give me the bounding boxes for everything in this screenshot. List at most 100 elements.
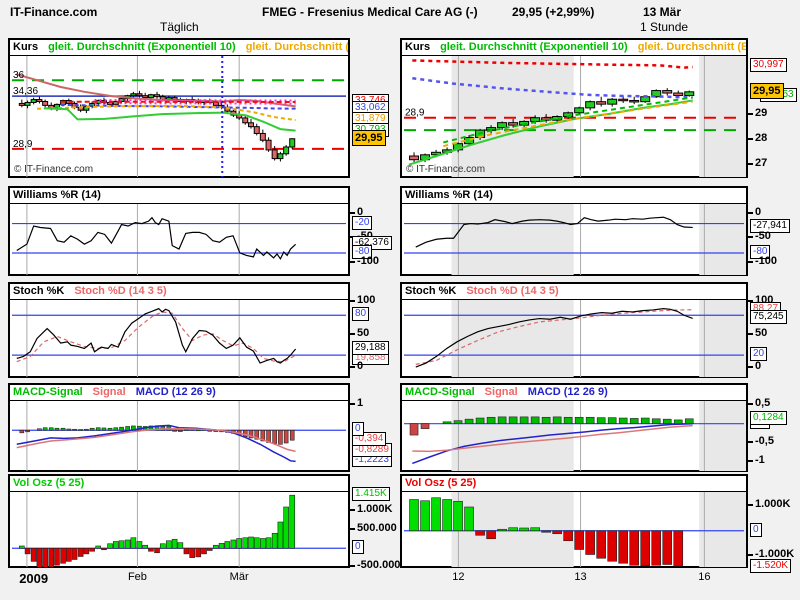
- axis-tick-label: -100: [357, 255, 379, 267]
- chart-canvas-lmacd[interactable]: [10, 401, 348, 471]
- axis-tick: [350, 300, 355, 302]
- timeframe-daily-label[interactable]: Täglich: [160, 20, 199, 34]
- value-box: -1.520K: [750, 559, 791, 573]
- value-box: -1,2223: [352, 453, 392, 467]
- macd-panel-hourly[interactable]: MACD-SignalSignalMACD (12 26 9): [400, 383, 748, 472]
- legend-item: Williams %R (14): [13, 189, 101, 201]
- stochastic-panel-daily[interactable]: Stoch %KStoch %D (14 3 5): [8, 282, 350, 378]
- price-chart-hourly[interactable]: Kursgleit. Durchschnitt (Exponentiell 10…: [400, 38, 748, 178]
- legend-price-hourly: Kursgleit. Durchschnitt (Exponentiell 10…: [402, 40, 746, 56]
- williams-panel-hourly[interactable]: Williams %R (14): [400, 186, 748, 276]
- value-box: 80: [352, 307, 369, 321]
- legend-item: MACD (12 26 9): [136, 386, 216, 398]
- level-label: 28,9: [405, 108, 425, 119]
- x-axis-label: 2009: [19, 571, 48, 586]
- legend-stochastic-hourly: Stoch %KStoch %D (14 3 5): [402, 284, 746, 300]
- axis-tick-label: -100: [755, 255, 777, 267]
- axis-tick-label: 29: [755, 107, 767, 119]
- legend-item: gleit. Durchschnitt (Exponentiell 10): [440, 41, 628, 53]
- stochastic-panel-hourly[interactable]: Stoch %KStoch %D (14 3 5): [400, 282, 748, 378]
- chart-canvas-rprice[interactable]: 28,9 © IT-Finance.com: [402, 56, 746, 177]
- axis-tick: [748, 366, 753, 368]
- chart-canvas-lprice[interactable]: 3634,3628,9© IT-Finance.com: [10, 56, 348, 177]
- axis-tick-label: 27: [755, 157, 767, 169]
- legend-item: Williams %R (14): [405, 189, 493, 201]
- legend-item: Signal: [93, 386, 126, 398]
- legend-item: Stoch %D (14 3 5): [466, 285, 558, 297]
- value-box: 29,95: [352, 130, 386, 146]
- value-box: 29,853: [760, 88, 797, 102]
- value-box: 0,1284: [750, 411, 787, 425]
- legend-item: gleit. Durchschnitt (Expon: [246, 41, 348, 53]
- value-box: 29,95: [750, 83, 784, 99]
- axis-tick: [748, 163, 753, 165]
- legend-macd-hourly: MACD-SignalSignalMACD (12 26 9): [402, 385, 746, 401]
- value-box: 29,188: [352, 341, 389, 355]
- axis-tick: [350, 333, 355, 335]
- legend-item: Vol Osz (5 25): [13, 477, 84, 489]
- watermark: © IT-Finance.com: [406, 164, 485, 175]
- legend-price-daily: Kurs gleit. Durchschnitt (Exponentiell 10…: [10, 40, 348, 56]
- value-box: -0,394: [352, 432, 386, 446]
- chart-canvas-lwill[interactable]: [10, 204, 348, 275]
- axis-tick: [350, 528, 355, 530]
- axis-tick: [748, 460, 753, 462]
- volume-osc-panel-daily[interactable]: Vol Osz (5 25): [8, 474, 350, 568]
- axis-tick-label: 50: [357, 327, 369, 339]
- chart-canvas-rstoch[interactable]: [402, 300, 746, 377]
- williams-panel-daily[interactable]: Williams %R (14): [8, 186, 350, 276]
- axis-tick: [350, 366, 355, 368]
- legend-item: Stoch %K: [13, 285, 64, 297]
- value-box: 33,062: [352, 101, 389, 115]
- price-chart-daily[interactable]: Kurs gleit. Durchschnitt (Exponentiell 10…: [8, 38, 350, 178]
- chart-canvas-rmacd[interactable]: [402, 401, 746, 471]
- value-box: 88,27: [750, 302, 781, 316]
- axis-tick: [350, 236, 355, 238]
- chart-canvas-rvol[interactable]: [402, 492, 746, 567]
- chart-canvas-lstoch[interactable]: [10, 300, 348, 377]
- axis-tick-label: 1.000K: [357, 503, 392, 515]
- value-box: 0: [352, 540, 364, 554]
- level-label: 34,36: [13, 86, 38, 97]
- axis-tick-label: 0: [755, 360, 761, 372]
- value-box: 30,793: [352, 123, 389, 137]
- value-box: 0: [750, 523, 762, 537]
- legend-item: Vol Osz (5 25): [405, 477, 476, 489]
- axis-tick: [748, 333, 753, 335]
- last-price: 29,95 (+2,99%): [512, 5, 594, 19]
- level-label: 28,9: [13, 139, 33, 150]
- chart-canvas-lvol[interactable]: [10, 492, 348, 567]
- timeframe-hourly-label[interactable]: 1 Stunde: [640, 20, 688, 34]
- legend-vol-hourly: Vol Osz (5 25): [402, 476, 746, 492]
- value-box: -20: [352, 216, 372, 230]
- volume-osc-panel-hourly[interactable]: Vol Osz (5 25): [400, 474, 748, 568]
- value-box: 20: [750, 347, 767, 361]
- axis-tick-label: 100: [755, 294, 773, 306]
- value-box: 0: [352, 422, 364, 436]
- axis-tick-label: 500.000: [357, 522, 397, 534]
- axis-tick-label: 1: [357, 397, 363, 409]
- legend-item: MACD-Signal: [13, 386, 83, 398]
- axis-tick: [350, 565, 355, 567]
- axis-tick-label: 1.000K: [755, 498, 790, 510]
- axis-tick-label: 50: [755, 327, 767, 339]
- legend-item: Kurs: [13, 41, 38, 53]
- value-box: -80: [750, 245, 770, 259]
- axis-tick: [748, 403, 753, 405]
- value-box: -62,376: [352, 236, 392, 250]
- axis-tick: [748, 554, 753, 556]
- axis-tick-label: -1: [755, 454, 765, 466]
- legend-stochastic-daily: Stoch %KStoch %D (14 3 5): [10, 284, 348, 300]
- axis-tick: [748, 212, 753, 214]
- chart-canvas-rwill[interactable]: [402, 204, 746, 275]
- app-logo[interactable]: IT-Finance.com: [10, 5, 97, 19]
- legend-vol-daily: Vol Osz (5 25): [10, 476, 348, 492]
- x-axis-label: Feb: [128, 571, 147, 583]
- axis-tick: [748, 236, 753, 238]
- axis-tick: [350, 261, 355, 263]
- axis-tick-label: -0,5: [755, 435, 774, 447]
- legend-item: gleit. Durchschnitt (Exponentiell 10): [48, 41, 236, 53]
- axis-tick-label: 0: [357, 360, 363, 372]
- level-label: 36: [13, 70, 25, 81]
- macd-panel-daily[interactable]: MACD-Signal Signal MACD (12 26 9): [8, 383, 350, 472]
